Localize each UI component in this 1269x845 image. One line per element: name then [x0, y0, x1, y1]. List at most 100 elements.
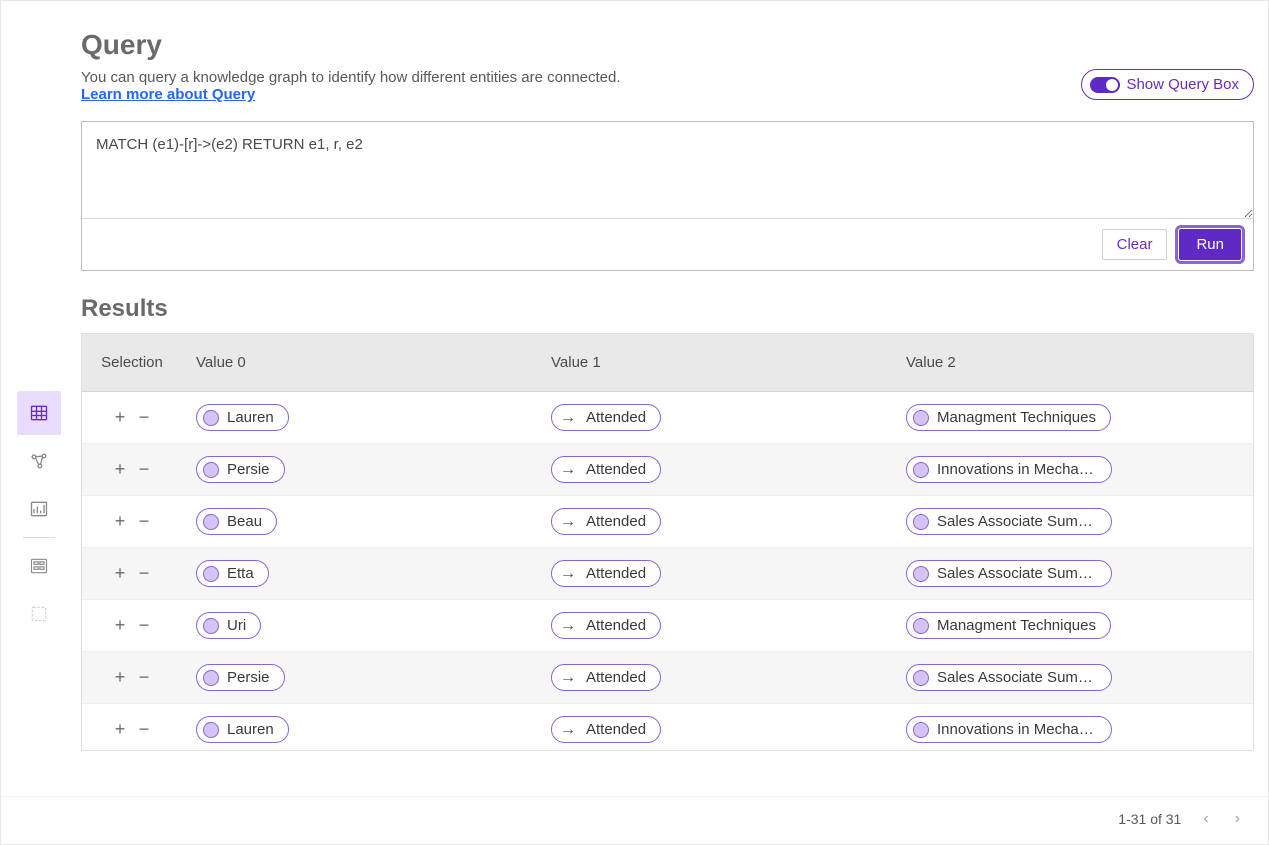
relation-chip[interactable]: →Attended [551, 716, 661, 743]
value-2-cell: Sales Associate Summit [892, 548, 1253, 600]
selection-cell: +− [82, 704, 182, 752]
add-icon[interactable]: + [113, 460, 127, 478]
learn-more-link[interactable]: Learn more about Query [81, 86, 255, 103]
arrow-right-icon: → [558, 514, 578, 530]
add-icon[interactable]: + [113, 408, 127, 426]
remove-icon[interactable]: − [137, 512, 151, 530]
remove-icon[interactable]: − [137, 460, 151, 478]
page-subtitle: You can query a knowledge graph to ident… [81, 69, 621, 86]
query-input[interactable] [82, 122, 1253, 218]
add-icon[interactable]: + [113, 564, 127, 582]
entity-chip[interactable]: Persie [196, 664, 285, 691]
entity-dot-icon [203, 566, 219, 582]
page-title: Query [81, 29, 1254, 61]
relation-chip[interactable]: →Attended [551, 456, 661, 483]
remove-icon[interactable]: − [137, 720, 151, 738]
arrow-right-icon: → [558, 618, 578, 634]
remove-icon[interactable]: − [137, 668, 151, 686]
entity-chip[interactable]: Persie [196, 456, 285, 483]
entity-chip[interactable]: Etta [196, 560, 269, 587]
arrow-right-icon: → [558, 722, 578, 738]
clear-button[interactable]: Clear [1102, 229, 1168, 260]
results-scroll[interactable]: Selection Value 0 Value 1 Value 2 +−Laur… [82, 334, 1253, 751]
results-panel: Selection Value 0 Value 1 Value 2 +−Laur… [81, 333, 1254, 751]
entity-chip[interactable]: Lauren [196, 404, 289, 431]
pager-next-icon[interactable]: › [1231, 806, 1244, 832]
value-2-cell: Innovations in Mechanical… [892, 444, 1253, 496]
add-icon[interactable]: + [113, 512, 127, 530]
entity-chip[interactable]: Uri [196, 612, 261, 639]
pager-bar [1, 796, 1268, 844]
value-2-cell: Sales Associate Summit [892, 496, 1253, 548]
entity-label: Sales Associate Summit [937, 565, 1097, 582]
entity-dot-icon [203, 462, 219, 478]
entity-chip[interactable]: Sales Associate Summit [906, 508, 1112, 535]
view-rail [17, 391, 61, 636]
remove-icon[interactable]: − [137, 408, 151, 426]
table-row: +− Persie →Attended Sales Associate Summit [82, 652, 1253, 704]
entity-chip[interactable]: Sales Associate Summit [906, 664, 1112, 691]
relation-chip[interactable]: → Attended [551, 560, 661, 587]
relation-label: Attended [586, 461, 646, 478]
show-query-box-toggle[interactable]: Show Query Box [1081, 69, 1254, 100]
arrow-right-icon: → [558, 410, 578, 426]
entity-dot-icon [203, 722, 219, 738]
add-icon[interactable]: + [113, 616, 127, 634]
relation-chip[interactable]: →Attended [551, 664, 661, 691]
value-1-cell: →Attended [537, 652, 892, 704]
entity-chip[interactable]: Beau [196, 508, 277, 535]
entity-chip[interactable]: Managment Techniques [906, 612, 1111, 639]
value-2-cell: Sales Associate Summit [892, 652, 1253, 704]
entity-label: Uri [227, 617, 246, 634]
relation-label: Attended [586, 513, 646, 530]
value-0-cell: Lauren [182, 704, 537, 752]
value-0-cell: Etta [182, 548, 537, 600]
add-icon[interactable]: + [113, 720, 127, 738]
entity-chip[interactable]: Innovations in Mechanical… [906, 456, 1112, 483]
arrow-right-icon: → [558, 566, 578, 582]
query-box: Clear Run [81, 121, 1254, 271]
entity-chip[interactable]: Managment Techniques [906, 404, 1111, 431]
table-row: +− Persie →Attended Innovations in Mechanic… [82, 444, 1253, 496]
add-icon[interactable]: + [113, 668, 127, 686]
selection-cell: +− [82, 652, 182, 704]
table-row: +− Lauren → Attended Managment Techniques [82, 392, 1253, 444]
table-row: +− Beau → Attended Sales Associate Summit [82, 496, 1253, 548]
pager-prev-icon[interactable]: ‹ [1199, 806, 1212, 832]
relation-label: Attended [586, 617, 646, 634]
entity-chip[interactable]: Sales Associate Summit [906, 560, 1112, 587]
relation-chip[interactable]: → Attended [551, 508, 661, 535]
relation-chip[interactable]: → Attended [551, 612, 661, 639]
value-1-cell: → Attended [537, 600, 892, 652]
entity-dot-icon [203, 514, 219, 530]
filter-icon[interactable] [17, 544, 61, 588]
entity-chip[interactable]: Lauren [196, 716, 289, 743]
relation-label: Attended [586, 565, 646, 582]
chart-view-icon[interactable] [17, 487, 61, 531]
col-value-2: Value 2 [892, 334, 1253, 392]
entity-chip[interactable]: Innovations in Mechanical… [906, 716, 1112, 743]
entity-label: Sales Associate Summit [937, 669, 1097, 686]
col-value-1: Value 1 [537, 334, 892, 392]
query-actions: Clear Run [82, 218, 1253, 270]
value-2-cell: Managment Techniques [892, 392, 1253, 444]
relation-label: Attended [586, 409, 646, 426]
relation-chip[interactable]: → Attended [551, 404, 661, 431]
entity-dot-icon [913, 618, 929, 634]
selection-cell: +− [82, 548, 182, 600]
remove-icon[interactable]: − [137, 564, 151, 582]
remove-icon[interactable]: − [137, 616, 151, 634]
table-view-icon[interactable] [17, 391, 61, 435]
run-button[interactable]: Run [1179, 229, 1241, 260]
entity-label: Managment Techniques [937, 617, 1096, 634]
entity-label: Beau [227, 513, 262, 530]
entity-dot-icon [913, 722, 929, 738]
table-row: +− Etta → Attended Sales Associate Summit [82, 548, 1253, 600]
entity-label: Innovations in Mechanical… [937, 461, 1097, 478]
entity-dot-icon [203, 410, 219, 426]
pager: 1-31 of 31 ‹ › [1098, 802, 1244, 836]
value-1-cell: →Attended [537, 444, 892, 496]
graph-view-icon[interactable] [17, 439, 61, 483]
entity-label: Lauren [227, 409, 274, 426]
selection-cell: +− [82, 600, 182, 652]
